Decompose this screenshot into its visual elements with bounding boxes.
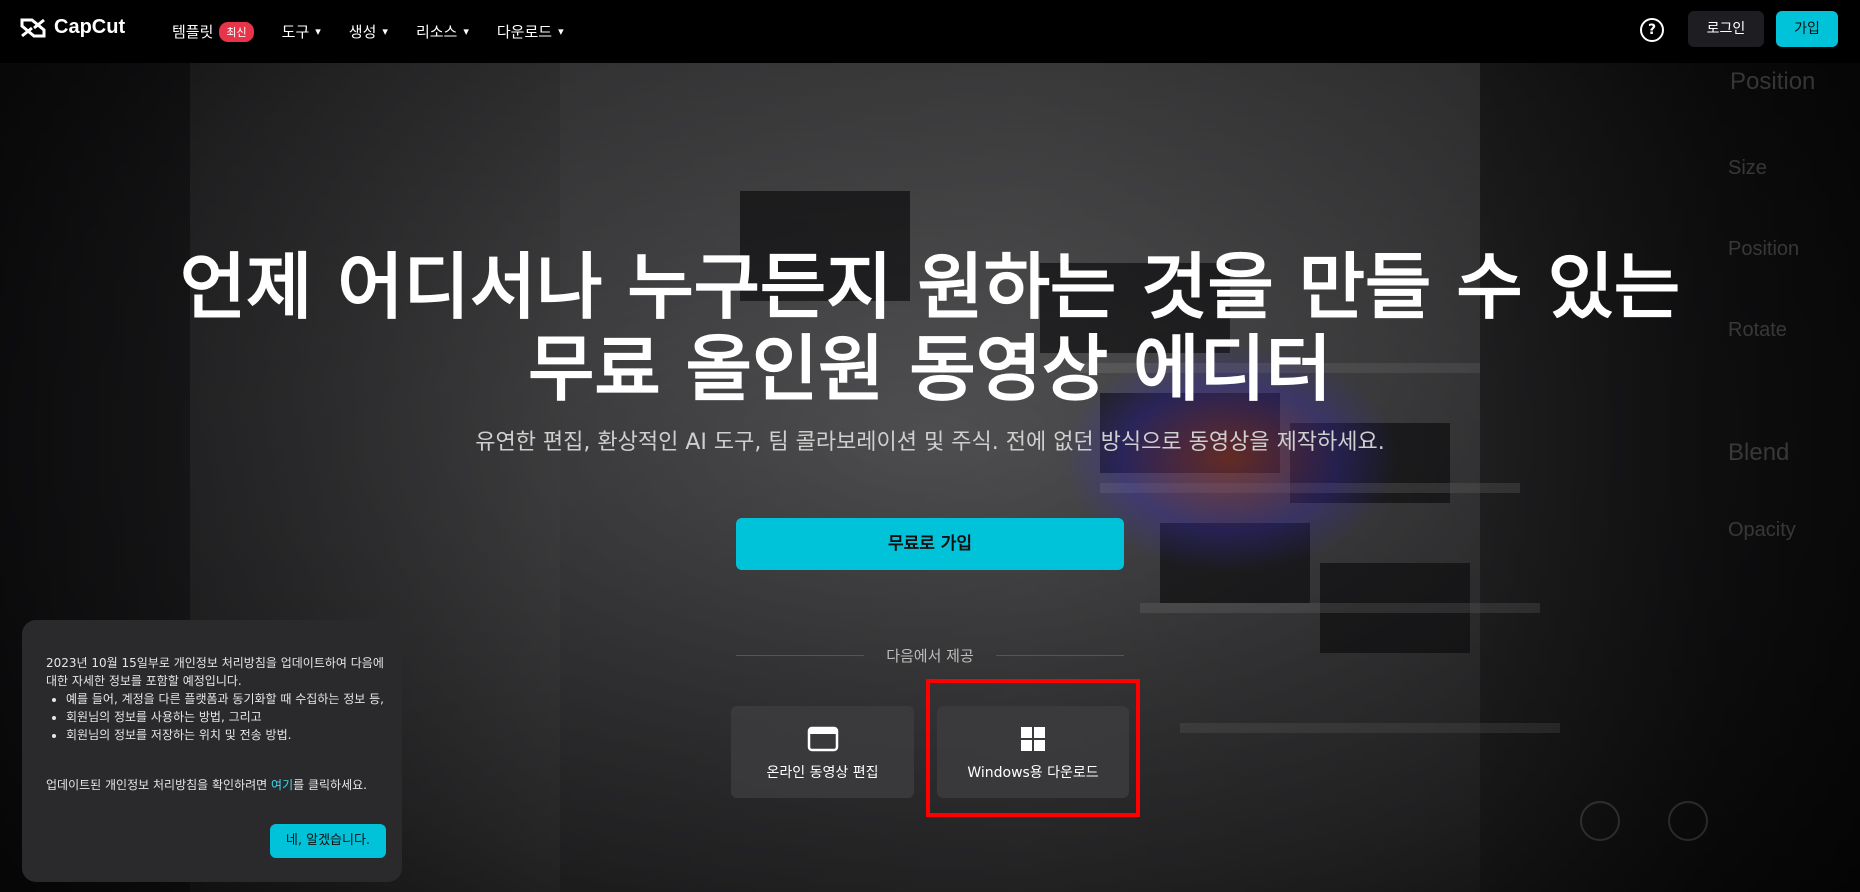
privacy-bullet: 회원님의 정보를 저장하는 위치 및 전송 방법. [66, 726, 402, 744]
acknowledge-button[interactable]: 네, 알겠습니다. [270, 824, 386, 858]
signup-button[interactable]: 가입 [1776, 11, 1838, 47]
new-badge: 최신 [219, 21, 254, 42]
ghost-label-position: Position [1730, 68, 1816, 95]
capcut-logo-icon [20, 18, 46, 37]
browser-window-icon [807, 726, 839, 756]
nav-item-label: 다운로드 [496, 23, 553, 41]
nav-item-label: 도구 [281, 23, 310, 41]
nav-item-label: 템플릿 [172, 23, 214, 41]
hero-title-line: 무료 올인원 동영상 에디터 [528, 327, 1332, 411]
privacy-outro-text: 업데이트된 개인정보 처리방침을 확인하려면 [46, 778, 272, 792]
privacy-bullet: 예를 들어, 계정을 다른 플랫폼과 동기화할 때 수집하는 정보 등, [66, 690, 402, 708]
privacy-outro: 업데이트된 개인정보 처리방침을 확인하려면 여기를 클릭하세요. [46, 776, 386, 794]
ghost-timer-icon [1580, 801, 1620, 841]
provided-on-divider: 다음에서 제공 [736, 645, 1124, 665]
privacy-policy-link[interactable]: 여기 [271, 778, 293, 792]
hero-subtitle: 유연한 편집, 환상적인 AI 도구, 팀 콜라보레이션 및 주식. 전에 없던… [475, 430, 1385, 455]
nav-item-label: 생성 [348, 23, 377, 41]
free-signup-button[interactable]: 무료로 가입 [736, 518, 1124, 570]
hero-title: 언제 어디서나 누구든지 원하는 것을 만들 수 있는 무료 올인원 동영상 에… [0, 246, 1860, 410]
nav-item-label: 리소스 [415, 23, 458, 41]
help-icon[interactable]: ? [1640, 18, 1664, 42]
nav-item-tools[interactable]: 도구 ▾ [282, 21, 321, 42]
chevron-down-icon: ▾ [558, 25, 564, 38]
ghost-gear-icon [1668, 801, 1708, 841]
chevron-down-icon: ▾ [315, 25, 321, 38]
nav-item-resources[interactable]: 리소스 ▾ [416, 21, 469, 42]
nav-item-templates[interactable]: 템플릿 최신 [172, 21, 254, 42]
chevron-down-icon: ▾ [463, 25, 469, 38]
chevron-down-icon: ▾ [382, 25, 388, 38]
nav-item-download[interactable]: 다운로드 ▾ [497, 21, 564, 42]
hero-title-line: 언제 어디서나 누구든지 원하는 것을 만들 수 있는 [179, 245, 1681, 329]
divider-line [996, 655, 1124, 656]
nav-menu: 템플릿 최신 도구 ▾ 생성 ▾ 리소스 ▾ 다운로드 ▾ [172, 0, 592, 63]
privacy-bullet-list: 예를 들어, 계정을 다른 플랫폼과 동기화할 때 수집하는 정보 등, 회원님… [50, 690, 402, 744]
privacy-intro: 2023년 10월 15일부로 개인정보 처리방침을 업데이트하여 다음에 대한… [46, 656, 384, 688]
online-edit-label: 온라인 동영상 편집 [766, 765, 879, 781]
privacy-outro-text: 를 클릭하세요. [293, 778, 367, 792]
highlight-box [926, 679, 1140, 817]
ghost-label-size: Size [1728, 157, 1767, 179]
online-edit-card[interactable]: 온라인 동영상 편집 [731, 706, 914, 798]
privacy-bullet: 회원님의 정보를 사용하는 방법, 그리고 [66, 708, 402, 726]
nav-item-create[interactable]: 생성 ▾ [349, 21, 388, 42]
logo-text: CapCut [54, 16, 126, 38]
top-navigation: CapCut 템플릿 최신 도구 ▾ 생성 ▾ 리소스 ▾ 다운로드 ▾ ? 로… [0, 0, 1860, 63]
privacy-policy-popup: 2023년 10월 15일부로 개인정보 처리방침을 업데이트하여 다음에 대한… [22, 620, 402, 882]
login-button[interactable]: 로그인 [1688, 11, 1764, 47]
capcut-logo[interactable]: CapCut [20, 16, 125, 39]
ghost-label-opacity: Opacity [1728, 519, 1796, 541]
